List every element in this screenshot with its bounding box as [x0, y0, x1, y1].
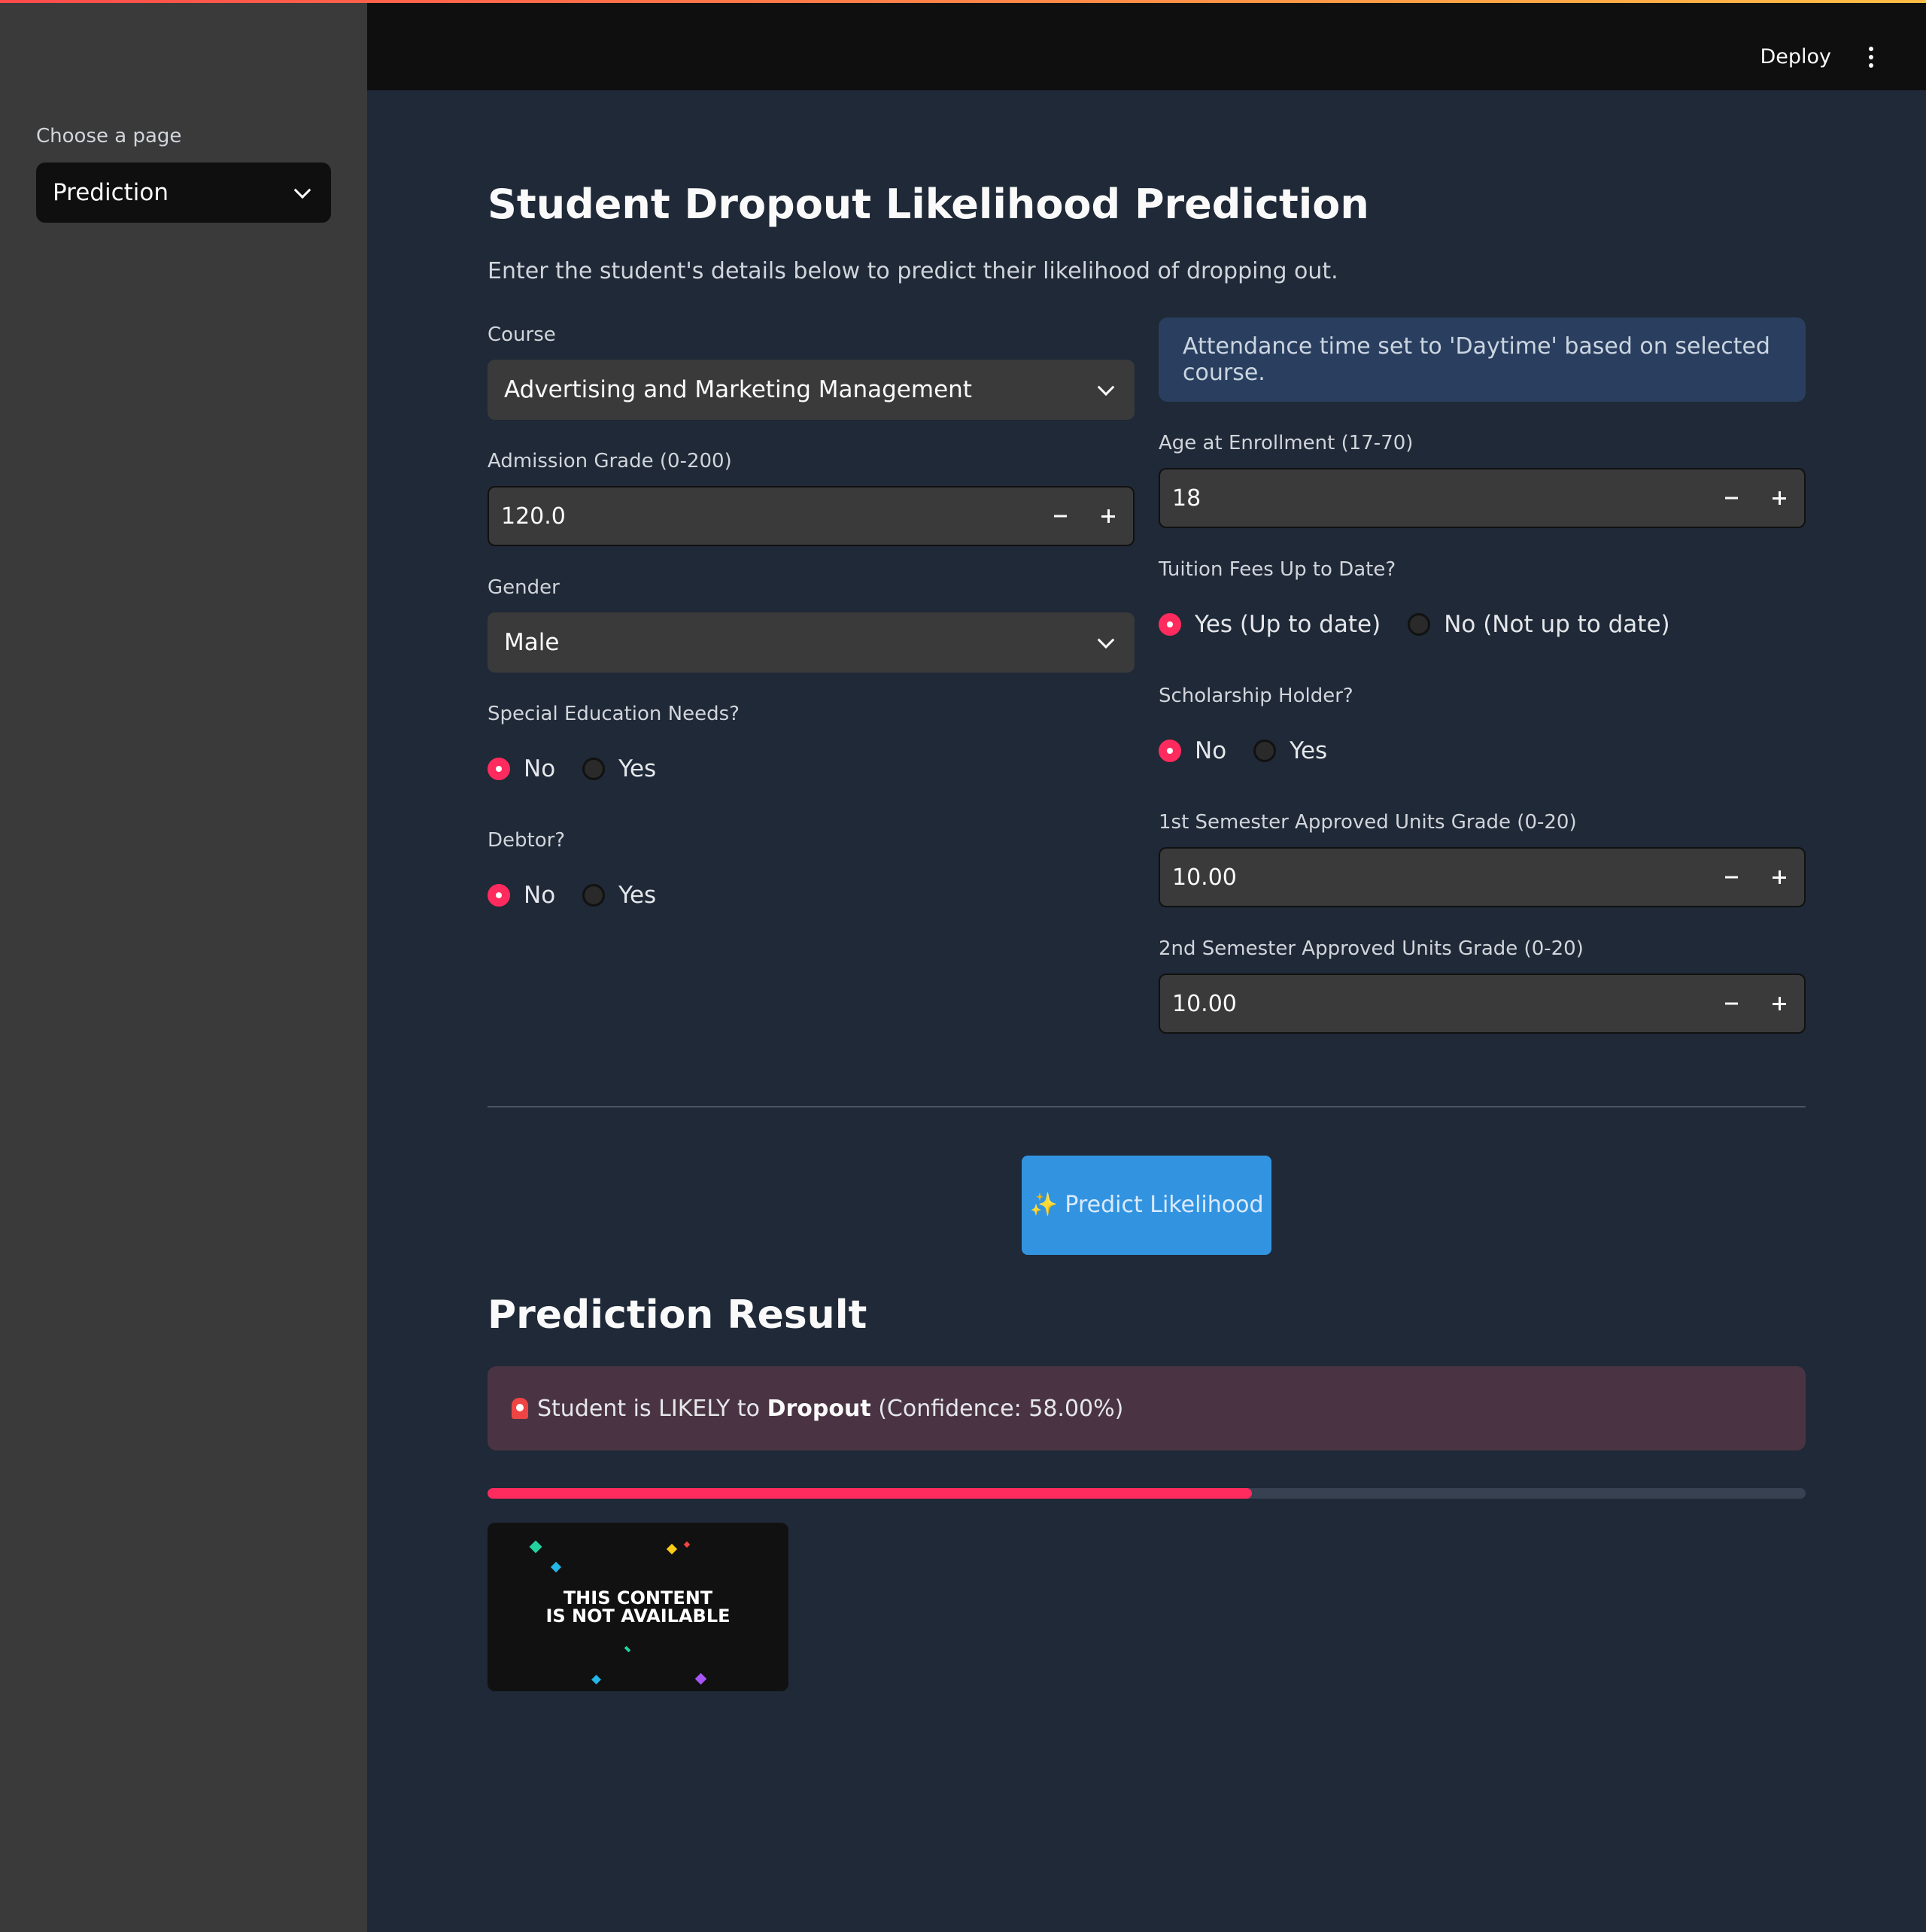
gender-label: Gender	[488, 576, 560, 599]
sem2-label: 2nd Semester Approved Units Grade (0-20)	[1159, 937, 1584, 960]
confidence-progress-bar	[488, 1488, 1806, 1499]
page-select-label: Choose a page	[36, 125, 182, 147]
radio-label: No	[524, 882, 556, 909]
page-select[interactable]: Prediction	[36, 163, 331, 223]
confetti-piece	[529, 1540, 542, 1554]
page-title: Student Dropout Likelihood Prediction	[488, 181, 1369, 228]
attendance-info-box: Attendance time set to 'Daytime' based o…	[1159, 317, 1806, 402]
tuition-label: Tuition Fees Up to Date?	[1159, 558, 1396, 581]
scholarship-option-no[interactable]: No	[1159, 737, 1226, 764]
radio-label: No	[524, 755, 556, 782]
tuition-option-yes[interactable]: Yes (Up to date)	[1159, 611, 1381, 638]
sparkles-icon: ✨	[1029, 1192, 1058, 1218]
age-input[interactable]: 18	[1159, 468, 1806, 528]
radio-unselected-icon[interactable]	[1253, 740, 1277, 762]
course-value: Advertising and Marketing Management	[504, 376, 972, 403]
radio-label: No	[1195, 737, 1227, 764]
increment-button[interactable]	[1101, 509, 1115, 523]
decrement-button[interactable]	[1725, 1002, 1738, 1005]
sidebar: Choose a page Prediction	[0, 0, 367, 1932]
radio-unselected-icon[interactable]	[582, 884, 606, 907]
sem1-input[interactable]: 10.00	[1159, 847, 1806, 907]
increment-button[interactable]	[1773, 870, 1786, 884]
radio-selected-icon[interactable]	[488, 758, 510, 780]
chevron-down-icon	[293, 181, 311, 199]
siren-icon	[512, 1398, 528, 1419]
confidence-progress-fill	[488, 1488, 1253, 1499]
section-divider	[488, 1106, 1806, 1107]
tuition-radio-group: Yes (Up to date) No (Not up to date)	[1159, 611, 1697, 638]
confetti-piece	[666, 1543, 678, 1555]
scholarship-label: Scholarship Holder?	[1159, 685, 1353, 707]
sem2-value: 10.00	[1172, 990, 1237, 1017]
page-subtitle: Enter the student's details below to pre…	[488, 258, 1338, 284]
chevron-down-icon	[1097, 378, 1115, 396]
admission-grade-value: 120.0	[501, 503, 566, 530]
radio-label: No (Not up to date)	[1444, 611, 1670, 638]
unavailable-media: THIS CONTENT IS NOT AVAILABLE	[488, 1523, 788, 1691]
radio-selected-icon[interactable]	[488, 884, 510, 907]
more-menu-icon[interactable]	[1869, 47, 1873, 71]
confetti-piece	[683, 1541, 691, 1548]
scholarship-radio-group: No Yes	[1159, 737, 1354, 764]
course-label: Course	[488, 324, 556, 346]
debtor-label: Debtor?	[488, 829, 566, 852]
alert-prefix: Student is LIKELY to	[537, 1395, 767, 1422]
debtor-radio-group: No Yes	[488, 882, 683, 909]
radio-unselected-icon[interactable]	[582, 758, 606, 780]
alert-outcome: Dropout	[767, 1395, 871, 1422]
debtor-option-no[interactable]: No	[488, 882, 555, 909]
sem1-value: 10.00	[1172, 864, 1237, 891]
predict-button-label: Predict Likelihood	[1065, 1192, 1264, 1218]
predict-button[interactable]: ✨ Predict Likelihood	[1022, 1156, 1271, 1255]
radio-label: Yes	[618, 755, 657, 782]
course-select[interactable]: Advertising and Marketing Management	[488, 360, 1135, 420]
media-unavailable-text: THIS CONTENT IS NOT AVAILABLE	[488, 1589, 788, 1625]
radio-selected-icon[interactable]	[1159, 740, 1181, 762]
radio-selected-icon[interactable]	[1159, 613, 1181, 636]
app-header: Deploy	[367, 3, 1926, 90]
radio-unselected-icon[interactable]	[1408, 613, 1431, 636]
sem2-input[interactable]: 10.00	[1159, 974, 1806, 1034]
increment-button[interactable]	[1773, 997, 1786, 1010]
confetti-piece	[591, 1675, 601, 1684]
result-alert: Student is LIKELY to Dropout (Confidence…	[488, 1366, 1806, 1451]
alert-suffix: (Confidence: 58.00%)	[870, 1395, 1124, 1422]
media-text-line: THIS CONTENT	[563, 1587, 713, 1608]
age-label: Age at Enrollment (17-70)	[1159, 432, 1414, 454]
confetti-piece	[550, 1561, 562, 1573]
radio-label: Yes	[1290, 737, 1328, 764]
confetti-piece	[694, 1672, 707, 1685]
special-ed-option-no[interactable]: No	[488, 755, 555, 782]
decrement-button[interactable]	[1725, 876, 1738, 879]
special-ed-label: Special Education Needs?	[488, 703, 740, 725]
age-value: 18	[1172, 485, 1201, 512]
top-decoration-line	[0, 0, 1926, 3]
admission-grade-input[interactable]: 120.0	[488, 486, 1135, 546]
special-ed-option-yes[interactable]: Yes	[582, 755, 656, 782]
decrement-button[interactable]	[1054, 515, 1067, 518]
gender-value: Male	[504, 629, 560, 656]
sem1-label: 1st Semester Approved Units Grade (0-20)	[1159, 811, 1577, 834]
debtor-option-yes[interactable]: Yes	[582, 882, 656, 909]
confetti-piece	[624, 1645, 631, 1653]
radio-label: Yes (Up to date)	[1195, 611, 1381, 638]
radio-label: Yes	[618, 882, 657, 909]
tuition-option-no[interactable]: No (Not up to date)	[1408, 611, 1670, 638]
decrement-button[interactable]	[1725, 497, 1738, 500]
page-select-value: Prediction	[53, 179, 169, 206]
special-ed-radio-group: No Yes	[488, 755, 683, 782]
gender-select[interactable]: Male	[488, 612, 1135, 673]
admission-grade-label: Admission Grade (0-200)	[488, 450, 732, 472]
scholarship-option-yes[interactable]: Yes	[1253, 737, 1327, 764]
chevron-down-icon	[1097, 631, 1115, 649]
deploy-button[interactable]: Deploy	[1760, 45, 1831, 68]
media-text-line: IS NOT AVAILABLE	[545, 1605, 731, 1627]
result-title: Prediction Result	[488, 1293, 867, 1338]
increment-button[interactable]	[1773, 491, 1786, 505]
